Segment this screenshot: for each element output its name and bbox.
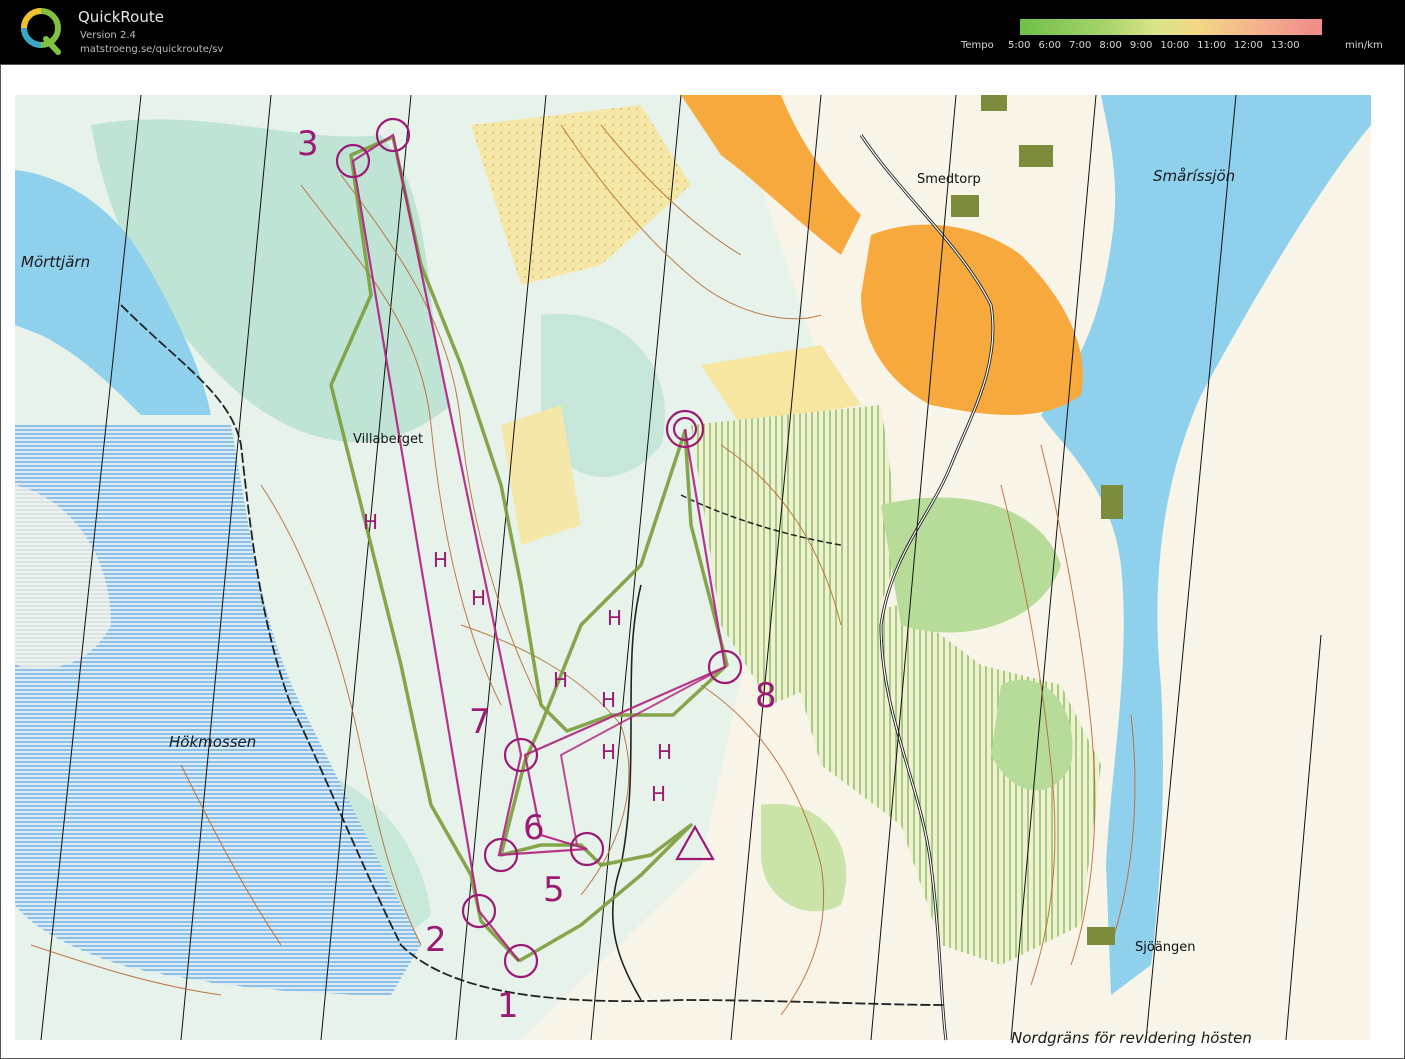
h-marker: H	[553, 668, 568, 692]
control-number-3: 3	[297, 124, 319, 164]
quickroute-logo-icon	[21, 8, 61, 55]
tempo-tick: 13:00	[1270, 40, 1300, 51]
tempo-label: Tempo	[961, 40, 994, 51]
tempo-tick: 10:00	[1160, 40, 1190, 51]
label-sjoangen: Sjöängen	[1135, 940, 1196, 955]
label-hokmossen: Hökmossen	[169, 733, 256, 751]
tempo-unit: min/km	[1345, 40, 1383, 51]
h-marker: H	[433, 548, 448, 572]
control-number-8: 8	[755, 676, 777, 716]
h-marker: H	[601, 688, 616, 712]
h-marker: H	[471, 586, 486, 610]
label-villaberget: Villaberget	[353, 432, 423, 447]
h-marker: H	[651, 782, 666, 806]
tempo-ticks: 5:00 6:00 7:00 8:00 9:00 10:00 11:00 12:00 13:00	[1008, 40, 1308, 51]
app-url[interactable]: matstroeng.se/quickroute/sv	[80, 44, 223, 55]
tempo-tick: 6:00	[1038, 40, 1061, 51]
h-marker: H	[607, 606, 622, 630]
control-number-1: 1	[497, 986, 519, 1026]
tempo-tick: 5:00	[1008, 40, 1031, 51]
h-marker: H	[363, 510, 378, 534]
tempo-tick: 8:00	[1099, 40, 1122, 51]
map-viewport[interactable]: 1 2 3 5 6 7 8 H H H H H H H H H Mörttjär…	[0, 64, 1405, 1059]
tempo-color-scale	[1020, 19, 1322, 35]
tempo-tick: 7:00	[1068, 40, 1092, 51]
header-bar: QuickRoute Version 2.4 matstroeng.se/qui…	[0, 0, 1405, 64]
label-morttjarn: Mörttjärn	[21, 253, 90, 271]
label-smarissjon: Småríssjön	[1153, 167, 1235, 185]
control-number-5: 5	[543, 870, 565, 910]
control-number-2: 2	[425, 920, 447, 960]
app-version: Version 2.4	[80, 30, 136, 41]
h-marker: H	[657, 740, 672, 764]
h-marker: H	[601, 740, 616, 764]
label-nordgrans: Nordgräns för revidering hösten	[1011, 1029, 1252, 1047]
app-title: QuickRoute	[78, 8, 164, 26]
tempo-tick: 12:00	[1234, 40, 1263, 51]
label-smedtorp: Smedtorp	[917, 172, 981, 187]
tempo-tick: 9:00	[1129, 40, 1153, 51]
orienteering-map[interactable]: 1 2 3 5 6 7 8 H H H H H H H H H Mörttjär…	[1, 65, 1404, 1058]
control-number-6: 6	[523, 808, 545, 848]
tempo-tick: 11:00	[1197, 40, 1226, 51]
control-number-7: 7	[469, 702, 491, 742]
